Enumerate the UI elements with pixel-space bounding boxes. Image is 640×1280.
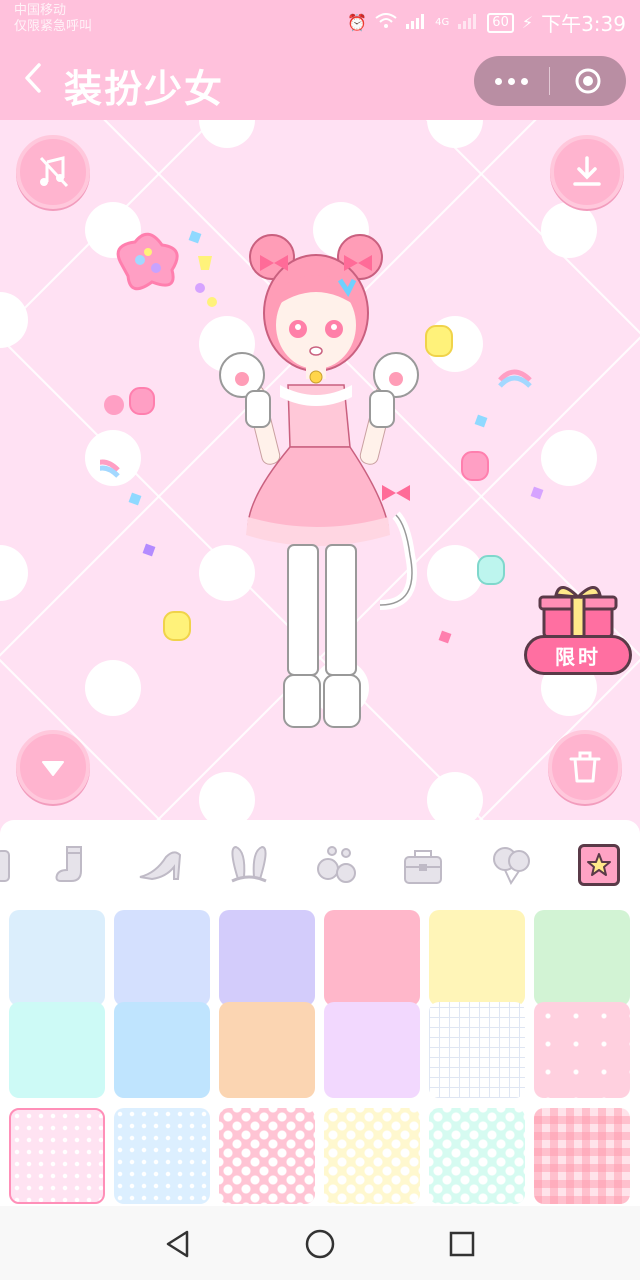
gift-icon <box>538 586 618 639</box>
download-button[interactable] <box>550 135 624 209</box>
more-menu-button[interactable] <box>474 56 549 106</box>
background-swatch-pink[interactable] <box>324 910 420 1006</box>
bg-dot <box>199 120 255 148</box>
background-swatch-yellow-polka[interactable] <box>324 1108 420 1204</box>
bunny-ears-icon <box>231 845 267 883</box>
balloons-icon <box>493 847 530 886</box>
chevron-down-icon <box>42 761 64 776</box>
star-background-icon <box>587 853 611 876</box>
background-swatch-mint-polka[interactable] <box>429 1108 525 1204</box>
background-swatch-sky-blue[interactable] <box>114 1002 210 1098</box>
background-swatch-periwinkle[interactable] <box>114 910 210 1006</box>
background-swatch-aqua[interactable] <box>9 1002 105 1098</box>
limited-time-gift[interactable]: 限时 <box>524 583 636 683</box>
high-heel-icon <box>139 851 182 881</box>
music-off-icon <box>39 156 69 188</box>
tab-pets[interactable] <box>310 838 364 892</box>
triangle-back-icon <box>166 1230 189 1258</box>
trash-icon <box>569 751 601 783</box>
tab-bags[interactable] <box>396 838 450 892</box>
emergency-only: 仅限紧急呼叫 <box>14 19 93 34</box>
pets-icon <box>317 846 356 883</box>
category-tab-bar <box>0 820 640 910</box>
background-swatch-pink-dots-small[interactable] <box>9 1108 105 1204</box>
tab-backgrounds[interactable] <box>578 844 620 886</box>
page-title: 装扮少女 <box>64 67 225 111</box>
background-swatch-peach[interactable] <box>219 1002 315 1098</box>
background-swatch-pink-stars[interactable] <box>534 1002 630 1098</box>
background-swatch-mint-green[interactable] <box>534 910 630 1006</box>
battery-indicator: 60 <box>487 12 514 33</box>
signal-icon-2 <box>457 13 479 33</box>
limited-time-label: 限时 <box>524 635 632 675</box>
background-swatch-yellow[interactable] <box>429 910 525 1006</box>
system-navigation-bar <box>0 1206 640 1280</box>
bg-dot <box>427 772 483 820</box>
partial-item-icon <box>0 850 10 882</box>
tab-previous-category[interactable] <box>0 838 20 892</box>
bag-icon <box>404 850 442 884</box>
collapse-panel-button[interactable] <box>16 730 90 804</box>
background-swatch-lavender[interactable] <box>219 910 315 1006</box>
music-toggle-button[interactable] <box>16 135 90 209</box>
background-swatch-blue-dots-small[interactable] <box>114 1108 210 1204</box>
status-icons: ⏰ 4G 60 ⚡ 下午3:39 <box>347 8 626 37</box>
tab-accessories[interactable] <box>484 838 538 892</box>
background-swatch-grid <box>0 908 640 1208</box>
dress-up-character <box>219 234 419 728</box>
carrier-name: 中国移动 <box>14 3 67 18</box>
circle-home-icon <box>305 1229 335 1259</box>
charging-icon: ⚡ <box>521 13 534 32</box>
bg-dot <box>0 545 28 601</box>
tab-headwear[interactable] <box>222 838 276 892</box>
signal-icon <box>405 13 427 33</box>
background-swatch-pink-gingham[interactable] <box>534 1108 630 1204</box>
alarm-icon: ⏰ <box>347 13 368 32</box>
bg-dot <box>0 292 28 348</box>
download-icon <box>573 156 601 186</box>
clock: 下午3:39 <box>541 12 626 36</box>
network-type: 4G <box>435 17 450 28</box>
background-swatch-lilac[interactable] <box>324 1002 420 1098</box>
carrier-info: 中国移动 仅限紧急呼叫 <box>14 3 92 35</box>
close-mini-program-button[interactable] <box>550 56 625 106</box>
back-icon[interactable] <box>18 58 48 98</box>
system-home-button[interactable] <box>300 1224 340 1264</box>
status-bar: 中国移动 仅限紧急呼叫 ⏰ 4G 60 ⚡ 下午3:39 <box>0 0 640 40</box>
background-swatch-grid-white[interactable] <box>429 1002 525 1098</box>
item-panel <box>0 820 640 1206</box>
background-swatch-pink-polka[interactable] <box>219 1108 315 1204</box>
sock-icon <box>55 846 82 882</box>
square-recents-icon <box>449 1231 475 1257</box>
wifi-icon <box>375 12 397 33</box>
trash-button[interactable] <box>548 730 622 804</box>
background-swatch-light-blue[interactable] <box>9 910 105 1006</box>
tab-shoes[interactable] <box>134 838 188 892</box>
mini-program-capsule <box>474 56 626 106</box>
dress-up-stage: 限时 <box>0 120 640 820</box>
system-back-button[interactable] <box>158 1224 198 1264</box>
bg-dot <box>427 120 483 148</box>
system-recents-button[interactable] <box>442 1224 482 1264</box>
tab-socks[interactable] <box>46 838 100 892</box>
